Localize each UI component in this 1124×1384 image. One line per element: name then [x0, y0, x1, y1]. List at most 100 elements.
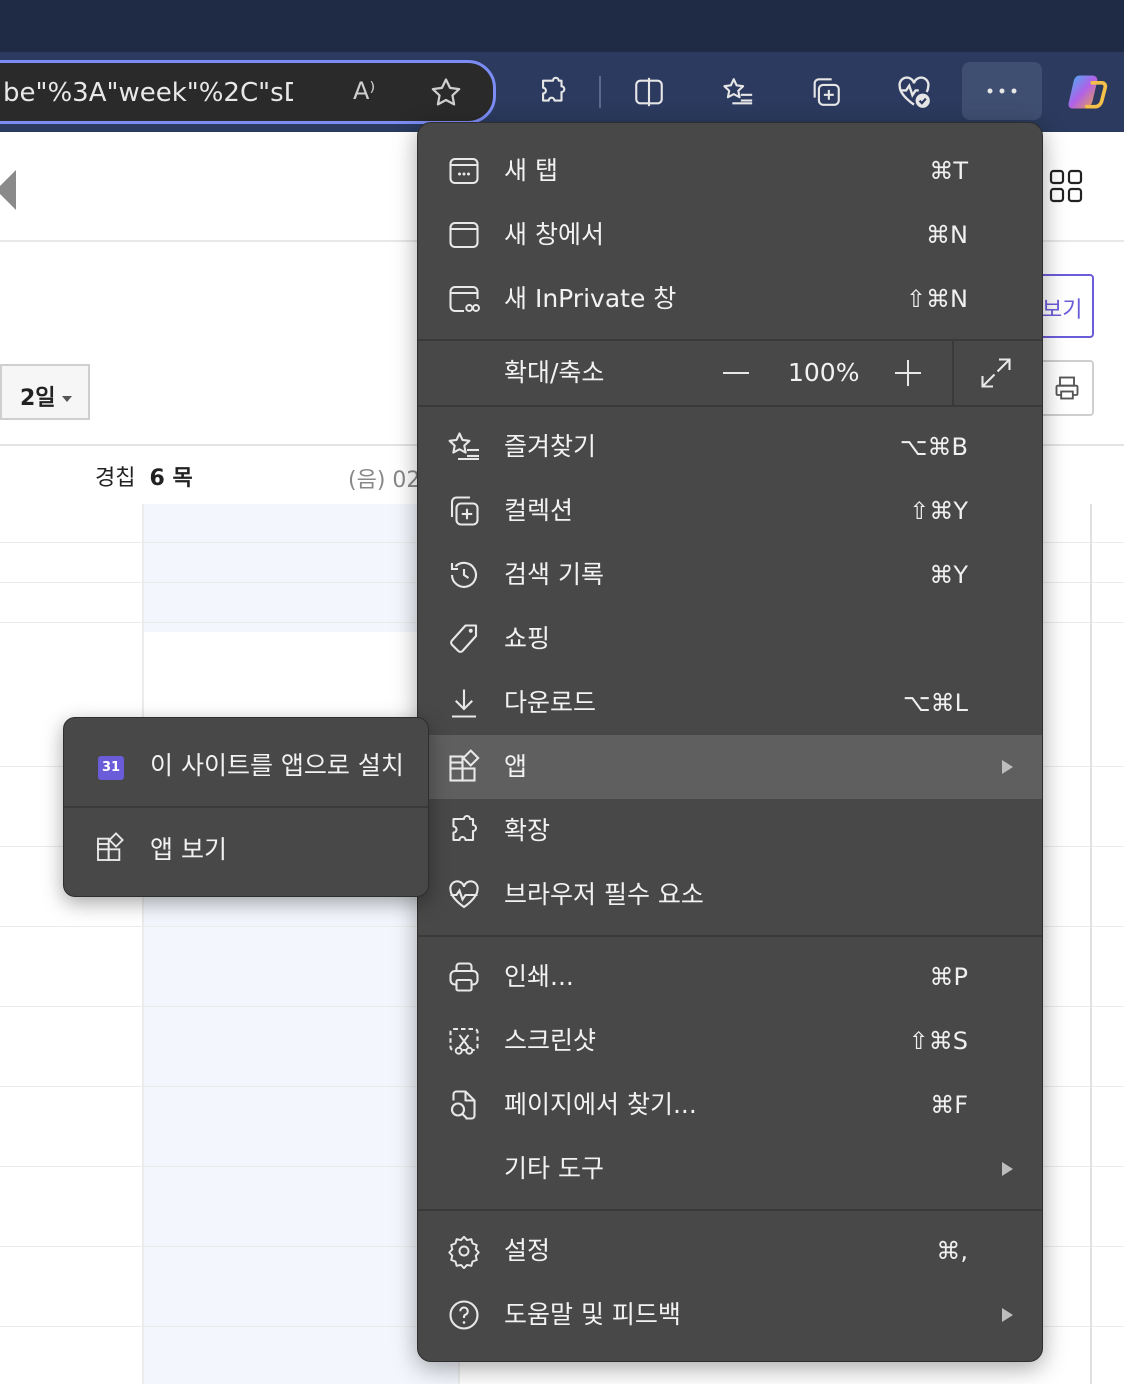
- submenu-item-install-site[interactable]: 31 이 사이트를 앱으로 설치: [64, 726, 428, 806]
- apps-icon: [446, 749, 482, 785]
- menu-label: 기타 도구: [504, 1154, 604, 1183]
- grid-vline: [142, 504, 144, 1384]
- toolbar-divider: [599, 76, 601, 108]
- menu-item-more-tools[interactable]: 기타 도구: [418, 1137, 1042, 1201]
- address-bar[interactable]: be"%3A"week"%2C"sDa A⁾: [0, 60, 496, 124]
- menu-item-shopping[interactable]: 쇼핑: [418, 607, 1042, 671]
- extensions-icon[interactable]: [533, 70, 573, 114]
- menu-label: 쇼핑: [504, 624, 551, 653]
- menu-shortcut: ⌘F: [930, 1091, 968, 1119]
- favorites-icon[interactable]: [718, 70, 758, 114]
- split-screen-icon[interactable]: [629, 70, 669, 114]
- menu-shortcut: ⇧⌘S: [908, 1027, 968, 1055]
- menu-item-collections[interactable]: 컬렉션 ⇧⌘Y: [418, 479, 1042, 543]
- caret-down-icon: [61, 396, 72, 402]
- menu-label: 즐겨찾기: [504, 432, 597, 461]
- menu-shortcut: ⌥⌘B: [899, 433, 968, 461]
- menu-item-find-on-page[interactable]: 페이지에서 찾기... ⌘F: [418, 1073, 1042, 1137]
- print-button[interactable]: [1040, 360, 1094, 416]
- download-icon: [446, 685, 482, 721]
- submenu-item-view-apps[interactable]: 앱 보기: [64, 810, 428, 890]
- more-icon: [987, 88, 1017, 94]
- apps-grid-icon[interactable]: [1048, 168, 1084, 204]
- submenu-arrow-icon: [1002, 1308, 1013, 1322]
- menu-label: 브라우저 필수 요소: [504, 880, 704, 909]
- fullscreen-button[interactable]: [978, 355, 1014, 391]
- menu-item-help-feedback[interactable]: 도움말 및 피드백: [418, 1283, 1042, 1347]
- favorites-icon: [446, 429, 482, 465]
- menu-shortcut: ⌘Y: [929, 561, 968, 589]
- star-icon[interactable]: [428, 75, 464, 111]
- menu-label: 스크린샷: [504, 1026, 597, 1055]
- menu-label: 도움말 및 피드백: [504, 1300, 681, 1329]
- menu-label: 컬렉션: [504, 496, 574, 525]
- zoom-in-button[interactable]: [892, 355, 924, 391]
- zoom-out-button[interactable]: [720, 355, 752, 391]
- screenshot-icon: [446, 1023, 482, 1059]
- title-band: [0, 0, 1124, 52]
- inprivate-icon: [446, 281, 482, 317]
- menu-shortcut: ⇧⌘N: [905, 285, 968, 313]
- menu-label: 새 창에서: [504, 220, 604, 249]
- calendar-app-icon: 31: [98, 756, 124, 780]
- menu-separator: [418, 405, 1042, 407]
- more-options-button[interactable]: [962, 62, 1042, 120]
- zoom-divider: [952, 341, 954, 405]
- browser-essentials-icon[interactable]: [894, 70, 934, 114]
- submenu-arrow-icon: [1002, 1162, 1013, 1176]
- menu-item-new-window[interactable]: 새 창에서 ⌘N: [418, 203, 1042, 267]
- browser-menu: 새 탭 ⌘T 새 창에서 ⌘N 새 InPrivate 창 ⇧⌘N 확대/축소 …: [417, 122, 1043, 1362]
- history-icon: [446, 557, 482, 593]
- lunar-date: (음) 02: [348, 468, 421, 493]
- new-window-icon: [446, 217, 482, 253]
- menu-shortcut: ⌥⌘L: [902, 689, 968, 717]
- scrollbar[interactable]: [1090, 504, 1092, 1384]
- menu-item-new-inprivate[interactable]: 새 InPrivate 창 ⇧⌘N: [418, 267, 1042, 331]
- heart-pulse-icon: [446, 877, 482, 913]
- menu-shortcut: ⌘,: [936, 1237, 968, 1265]
- gear-icon: [446, 1233, 482, 1269]
- menu-label: 새 탭: [504, 156, 558, 185]
- menu-item-downloads[interactable]: 다운로드 ⌥⌘L: [418, 671, 1042, 735]
- submenu-label: 이 사이트를 앱으로 설치: [150, 751, 404, 780]
- collections-icon[interactable]: [806, 70, 846, 114]
- copilot-icon[interactable]: [1064, 70, 1110, 114]
- menu-item-new-tab[interactable]: 새 탭 ⌘T: [418, 139, 1042, 203]
- menu-label: 페이지에서 찾기...: [504, 1090, 697, 1119]
- menu-shortcut: ⇧⌘Y: [909, 497, 968, 525]
- menu-item-settings[interactable]: 설정 ⌘,: [418, 1219, 1042, 1283]
- zoom-row: 확대/축소 100%: [418, 341, 1042, 405]
- zoom-value: 100%: [788, 358, 860, 387]
- menu-separator: [418, 1209, 1042, 1211]
- find-page-icon: [446, 1087, 482, 1123]
- menu-item-history[interactable]: 검색 기록 ⌘Y: [418, 543, 1042, 607]
- menu-shortcut: ⌘N: [926, 221, 968, 249]
- menu-item-screenshot[interactable]: 스크린샷 ⇧⌘S: [418, 1009, 1042, 1073]
- menu-shortcut: ⌘P: [929, 963, 968, 991]
- print-icon: [446, 959, 482, 995]
- tag-icon: [446, 621, 482, 657]
- back-arrow-icon[interactable]: [0, 170, 16, 210]
- menu-item-browser-essentials[interactable]: 브라우저 필수 요소: [418, 863, 1042, 927]
- collections-icon: [446, 493, 482, 529]
- solar-term-label: 경칩: [95, 466, 136, 491]
- help-icon: [446, 1297, 482, 1333]
- menu-item-favorites[interactable]: 즐겨찾기 ⌥⌘B: [418, 415, 1042, 479]
- menu-item-print[interactable]: 인쇄... ⌘P: [418, 945, 1042, 1009]
- menu-shortcut: ⌘T: [929, 157, 968, 185]
- menu-label: 인쇄...: [504, 962, 574, 991]
- day-range-select[interactable]: 2일: [0, 364, 90, 420]
- print-icon: [1055, 376, 1079, 400]
- day-range-value: 2일: [20, 386, 56, 411]
- menu-item-apps[interactable]: 앱: [418, 735, 1042, 799]
- menu-label: 확장: [504, 816, 551, 845]
- menu-item-extensions[interactable]: 확장: [418, 799, 1042, 863]
- menu-label: 앱: [504, 752, 528, 781]
- address-text[interactable]: be"%3A"week"%2C"sDa: [3, 77, 293, 109]
- menu-separator: [418, 935, 1042, 937]
- apps-submenu: 31 이 사이트를 앱으로 설치 앱 보기: [63, 717, 429, 897]
- menu-label: 새 InPrivate 창: [504, 284, 677, 313]
- read-aloud-icon[interactable]: A⁾: [353, 77, 375, 105]
- day-number: 6 목: [149, 466, 193, 491]
- submenu-arrow-icon: [1002, 760, 1013, 774]
